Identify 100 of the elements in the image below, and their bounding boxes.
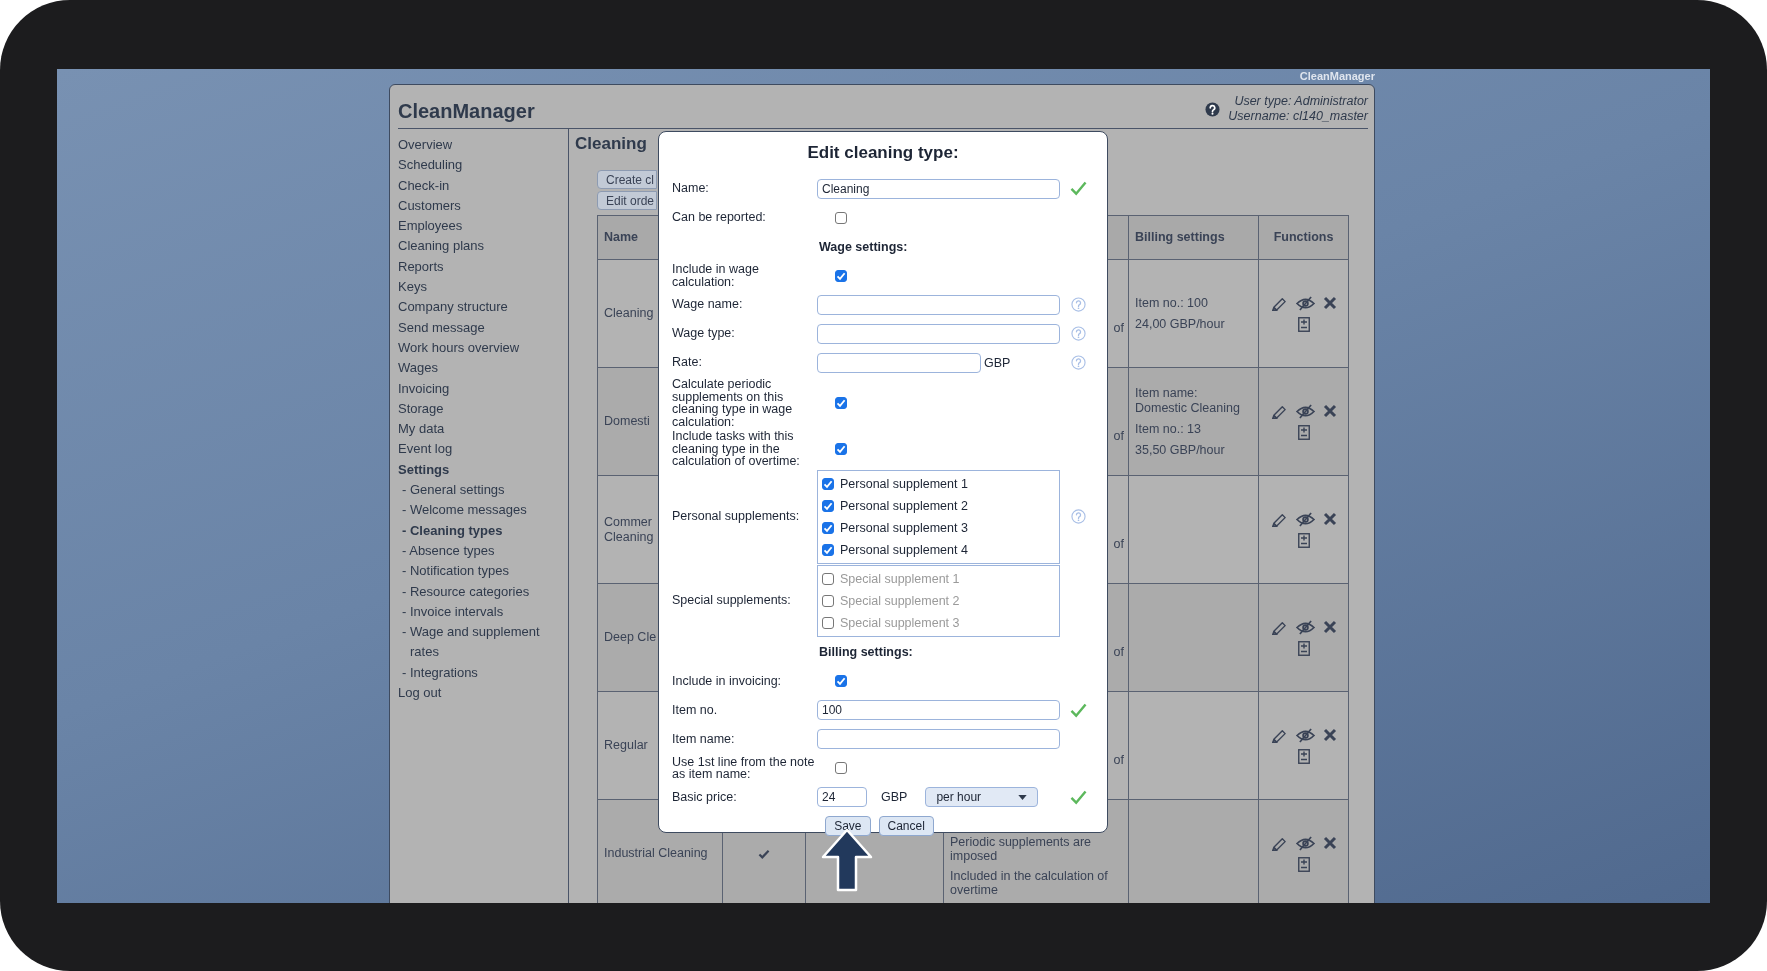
sidebar-subitem[interactable]: - Invoice intervals xyxy=(398,601,504,623)
toolbar-button[interactable]: Create cl xyxy=(597,170,657,189)
eye-slash-icon[interactable] xyxy=(1295,619,1315,635)
field-label: Calculate periodic supplements on this cleaning type in wage calculation: xyxy=(672,377,793,429)
cleaning-type-name: Cleaning xyxy=(604,306,654,321)
sidebar-subitem[interactable]: - Wage and supplement rates xyxy=(398,622,560,663)
plus-minus-icon[interactable] xyxy=(1297,532,1310,548)
sidebar-item[interactable]: My data xyxy=(398,419,445,440)
option-label: Personal supplement 1 xyxy=(840,476,968,491)
note-text: Included in the calculation of overtime xyxy=(950,869,1109,897)
toolbar-button[interactable]: Edit orde xyxy=(597,191,657,210)
cleaning-type-name: Regular xyxy=(604,738,648,753)
field-label: Item no. xyxy=(672,702,718,717)
column-header: Functions xyxy=(1273,230,1334,245)
sidebar-subitem[interactable]: - Resource categories xyxy=(398,581,530,602)
sidebar-item[interactable]: Work hours overview xyxy=(398,337,520,359)
input-field[interactable]: 24 xyxy=(817,787,867,807)
eye-slash-icon[interactable] xyxy=(1295,511,1315,527)
billing-text: Item name: Domestic Cleaning xyxy=(1135,385,1241,416)
sidebar-item[interactable]: Customers xyxy=(398,195,461,217)
sidebar-subitem[interactable]: - Integrations xyxy=(398,662,478,683)
input-field[interactable] xyxy=(817,729,1060,749)
field-label: Personal supplements: xyxy=(672,509,800,524)
dialog-button[interactable]: Cancel xyxy=(878,815,934,836)
input-field[interactable] xyxy=(817,323,1060,344)
sidebar-item[interactable]: Keys xyxy=(398,277,427,298)
billing-text: 24,00 GBP/hour xyxy=(1135,316,1226,332)
cross-icon[interactable] xyxy=(1322,512,1337,526)
field-label: Include in invoicing: xyxy=(672,673,782,688)
cross-icon[interactable] xyxy=(1322,404,1337,418)
input-field[interactable] xyxy=(817,352,981,373)
unit-label: GBP xyxy=(984,355,1011,370)
eye-slash-icon[interactable] xyxy=(1295,835,1315,851)
username: Username: cl140_master xyxy=(1228,109,1368,124)
sidebar-item[interactable]: Check-in xyxy=(398,175,450,196)
pencil-icon[interactable] xyxy=(1270,295,1288,311)
help-icon[interactable] xyxy=(1205,101,1221,117)
sidebar-item[interactable]: Send message xyxy=(398,317,485,338)
column-header: Name xyxy=(604,230,640,245)
billing-text: Item no.: 100 xyxy=(1135,295,1209,311)
cross-icon[interactable] xyxy=(1322,296,1337,310)
pencil-icon[interactable] xyxy=(1270,511,1288,527)
checkbox[interactable] xyxy=(822,543,834,556)
sidebar-item[interactable]: Wages xyxy=(398,358,438,379)
note-text: of xyxy=(1113,537,1124,551)
sidebar-item[interactable]: Settings xyxy=(398,459,450,481)
sidebar-item[interactable]: Log out xyxy=(398,683,442,704)
plus-minus-icon[interactable] xyxy=(1297,316,1310,332)
sidebar-subitem[interactable]: - Notification types xyxy=(398,561,509,582)
checkbox[interactable] xyxy=(835,442,847,455)
billing-text: 35,50 GBP/hour xyxy=(1135,442,1226,458)
pencil-icon[interactable] xyxy=(1270,403,1288,419)
checkbox[interactable] xyxy=(822,521,834,534)
option-label: Personal supplement 4 xyxy=(840,542,968,557)
cross-icon[interactable] xyxy=(1322,728,1337,742)
note-text: of xyxy=(1113,645,1124,659)
pencil-icon[interactable] xyxy=(1270,619,1288,635)
unit-dropdown[interactable]: per hour xyxy=(925,787,1039,807)
plus-minus-icon[interactable] xyxy=(1297,748,1310,764)
sidebar-item[interactable]: Employees xyxy=(398,216,463,237)
plus-minus-icon[interactable] xyxy=(1297,424,1310,440)
sidebar-subitem[interactable]: - Welcome messages xyxy=(398,500,527,521)
input-field[interactable]: Cleaning xyxy=(817,178,1060,199)
eye-slash-icon[interactable] xyxy=(1295,727,1315,743)
sidebar-item[interactable]: Overview xyxy=(398,135,453,156)
checkbox[interactable] xyxy=(835,762,847,774)
sidebar-subitem[interactable]: - Cleaning types xyxy=(398,520,503,541)
eye-slash-icon[interactable] xyxy=(1295,295,1315,311)
input-field[interactable] xyxy=(817,294,1060,315)
plus-minus-icon[interactable] xyxy=(1297,640,1310,656)
checkbox[interactable] xyxy=(822,499,834,512)
sidebar-item[interactable]: Invoicing xyxy=(398,378,450,399)
dialog-button[interactable]: Save xyxy=(825,815,871,836)
input-field[interactable]: 100 xyxy=(817,700,1060,720)
sidebar-item[interactable]: Company structure xyxy=(398,297,508,318)
field-label: Use 1st line from the note as item name: xyxy=(672,754,815,781)
field-label: Wage name: xyxy=(672,297,743,312)
cross-icon[interactable] xyxy=(1322,620,1337,634)
checkbox[interactable] xyxy=(835,211,847,224)
sidebar-item[interactable]: Scheduling xyxy=(398,155,463,176)
cross-icon[interactable] xyxy=(1322,836,1337,850)
pencil-icon[interactable] xyxy=(1270,835,1288,851)
eye-slash-icon[interactable] xyxy=(1295,403,1315,419)
sidebar-item[interactable]: Reports xyxy=(398,256,444,278)
sidebar-item[interactable]: Event log xyxy=(398,439,453,460)
checkbox[interactable] xyxy=(835,397,847,409)
billing-text: Item no.: 13 xyxy=(1135,421,1202,437)
field-label: Item name: xyxy=(672,731,735,746)
sidebar-subitem[interactable]: - Absence types xyxy=(398,540,495,562)
pencil-icon[interactable] xyxy=(1270,727,1288,743)
sidebar-item[interactable]: Storage xyxy=(398,398,444,420)
sidebar-subitem[interactable]: - General settings xyxy=(398,480,505,501)
sidebar-item[interactable]: Cleaning plans xyxy=(398,236,484,257)
checkbox[interactable] xyxy=(835,675,847,687)
plus-minus-icon[interactable] xyxy=(1297,856,1310,872)
cleaning-type-name: Domesti xyxy=(604,414,650,429)
checkbox[interactable] xyxy=(835,269,847,282)
field-label: Basic price: xyxy=(672,789,737,804)
checkbox[interactable] xyxy=(822,477,834,490)
cleaning-type-name: Commer xyxy=(604,514,652,530)
